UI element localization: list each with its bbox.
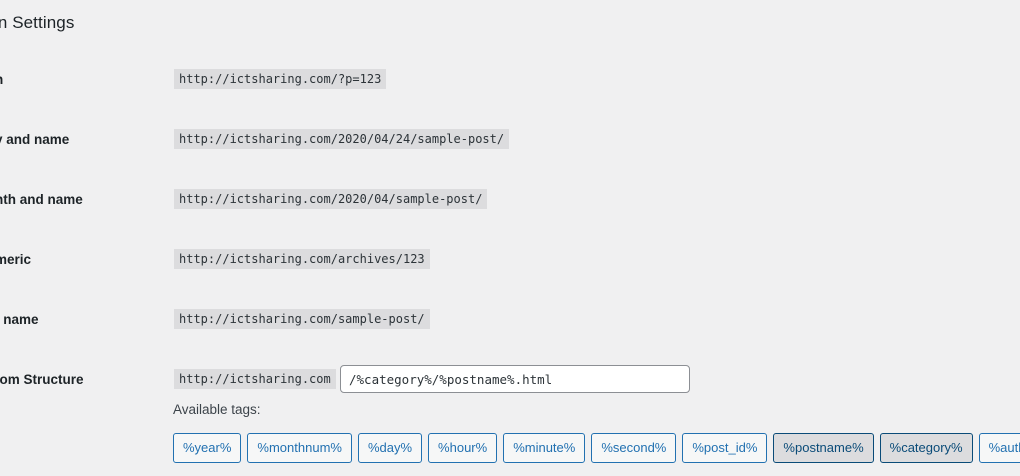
tag-button-monthnum[interactable]: %monthnum% xyxy=(247,433,352,463)
radio-label-numeric[interactable]: meric xyxy=(0,252,31,267)
radio-label-month-and-name[interactable]: nth and name xyxy=(0,192,83,207)
custom-structure-prefix: http://ictsharing.com xyxy=(174,369,336,389)
tag-button-category[interactable]: %category% xyxy=(879,433,973,463)
radio-label-day-and-name[interactable]: y and name xyxy=(0,132,69,147)
radio-label-post-name[interactable]: t name xyxy=(0,312,39,327)
tag-button-second[interactable]: %second% xyxy=(591,433,677,463)
tag-button-hour[interactable]: %hour% xyxy=(428,433,498,463)
tag-button-minute[interactable]: %minute% xyxy=(503,433,586,463)
tag-button-author[interactable]: %auth xyxy=(978,433,1020,463)
tag-button-year[interactable]: %year% xyxy=(173,433,242,463)
example-url-plain: http://ictsharing.com/?p=123 xyxy=(174,69,387,89)
example-url-day-and-name: http://ictsharing.com/2020/04/24/sample-… xyxy=(174,129,510,149)
tag-button-post-id[interactable]: %post_id% xyxy=(682,433,768,463)
tag-button-postname[interactable]: %postname% xyxy=(773,433,874,463)
available-tags-label: Available tags: xyxy=(173,402,261,417)
available-tags-list: %year% %monthnum% %day% %hour% %minute% … xyxy=(173,433,1020,463)
section-title: mon Settings xyxy=(0,13,75,32)
example-url-post-name: http://ictsharing.com/sample-post/ xyxy=(174,309,430,329)
example-url-month-and-name: http://ictsharing.com/2020/04/sample-pos… xyxy=(174,189,488,209)
radio-label-plain[interactable]: n xyxy=(0,72,3,87)
radio-label-custom-structure[interactable]: tom Structure xyxy=(0,372,84,387)
example-url-numeric: http://ictsharing.com/archives/123 xyxy=(174,249,430,269)
tag-button-day[interactable]: %day% xyxy=(357,433,423,463)
custom-structure-input[interactable] xyxy=(340,365,690,393)
